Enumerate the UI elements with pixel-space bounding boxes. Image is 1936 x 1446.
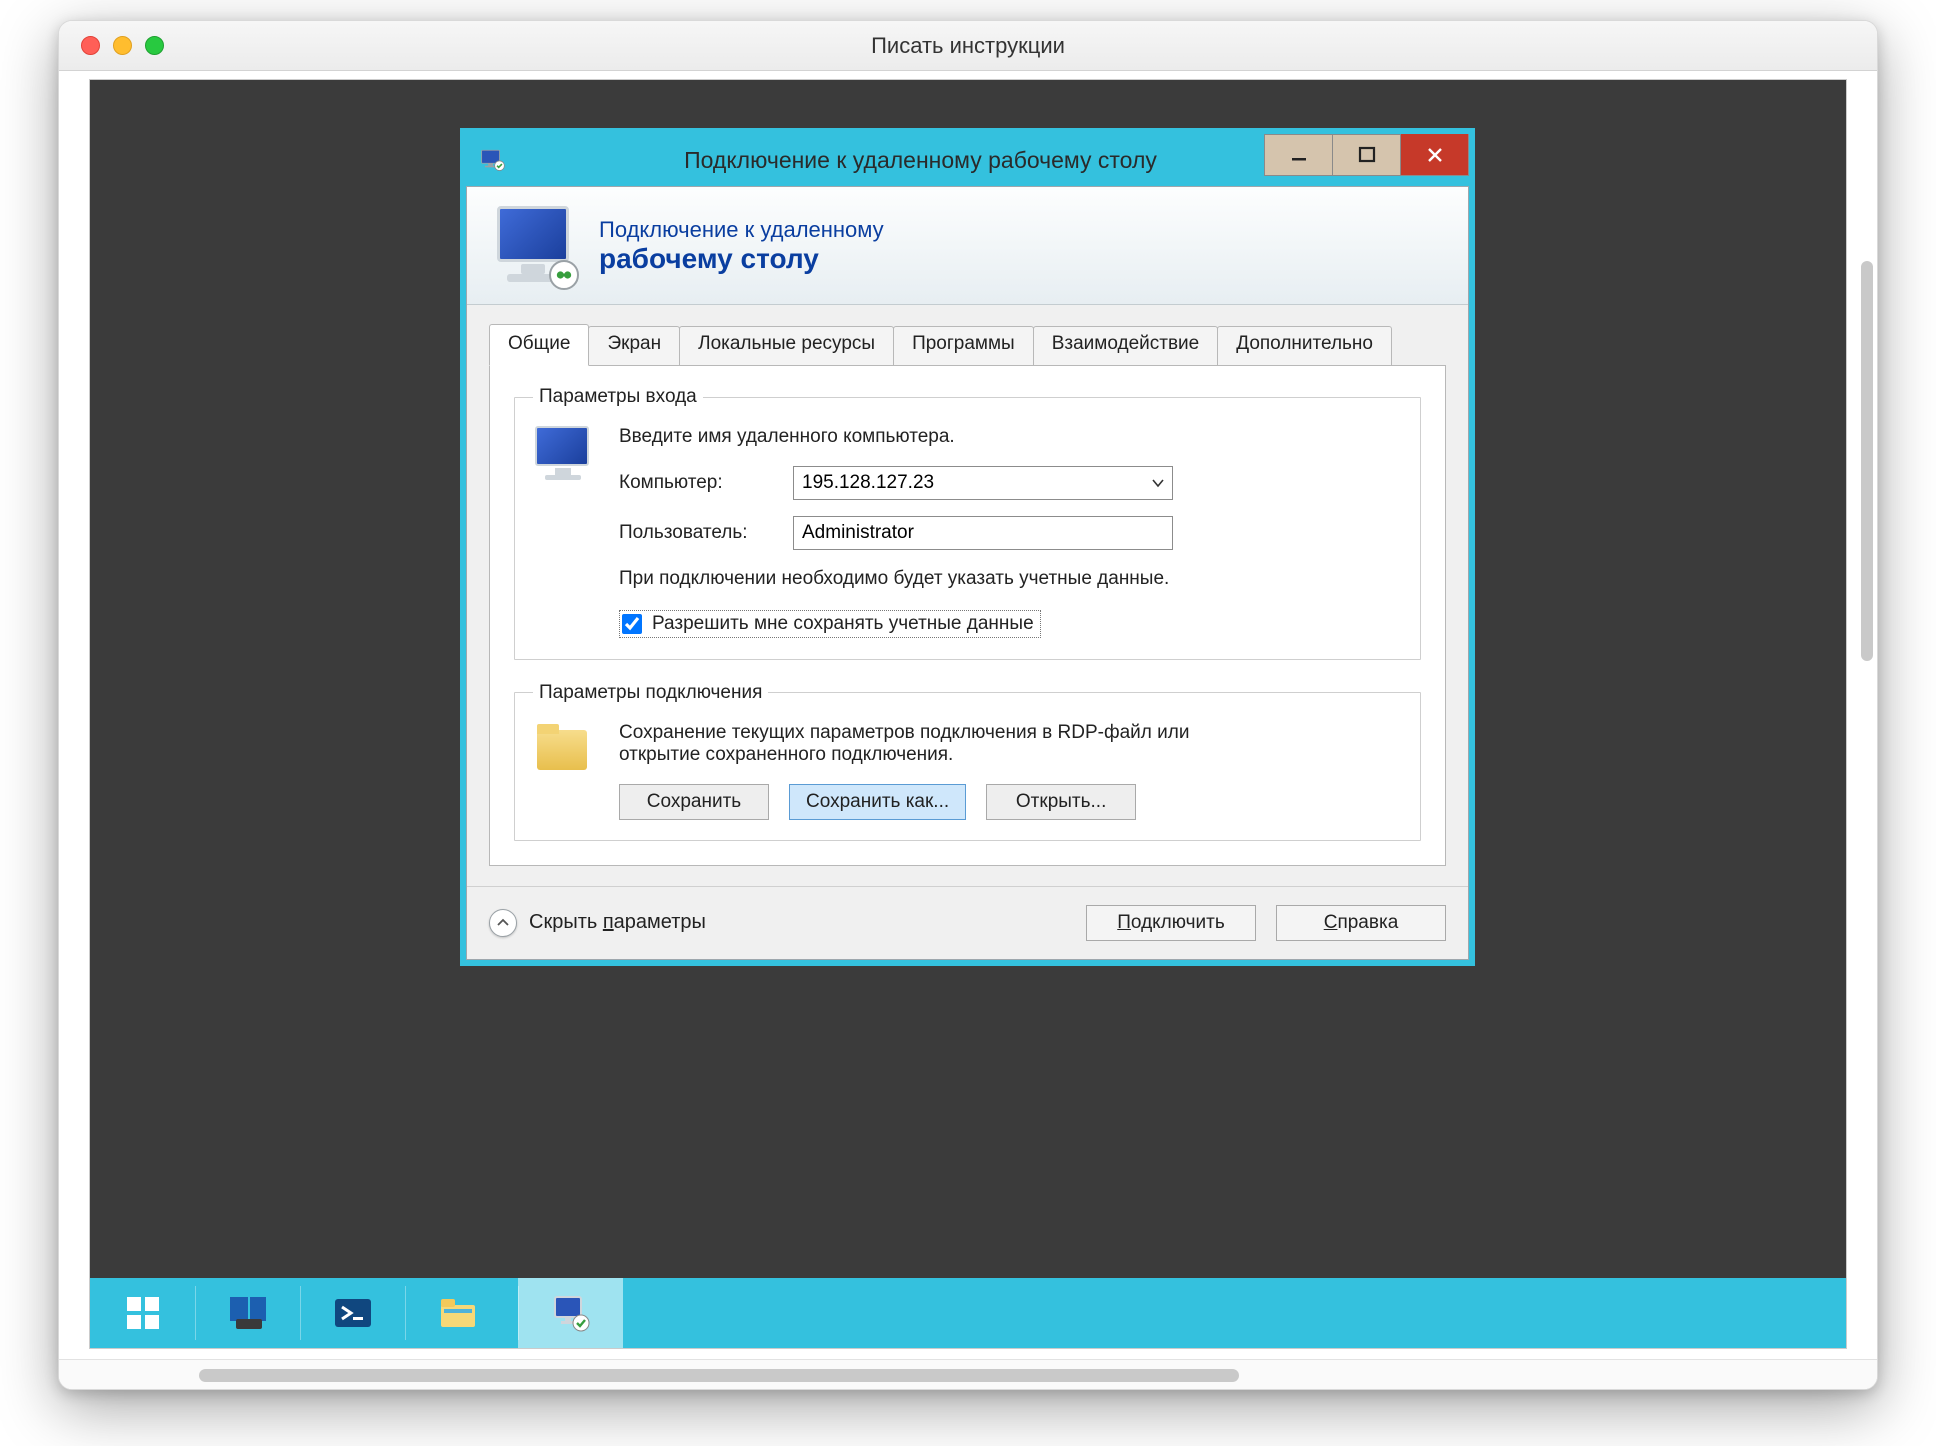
tab-screen[interactable]: Экран [588,326,680,368]
connection-intro: Сохранение текущих параметров подключени… [619,722,1259,766]
save-button[interactable]: Сохранить [619,784,769,820]
windows-taskbar [90,1278,1846,1348]
mac-minimize-button[interactable] [113,36,132,55]
tab-advanced[interactable]: Дополнительно [1217,326,1392,368]
mac-window: Писать инструкции Подключение [58,20,1878,1390]
rdp-tab-area: Общие Экран Локальные ресурсы Программы … [467,305,1468,886]
help-button[interactable]: Справка [1276,905,1446,941]
connect-button[interactable]: Подключить [1086,905,1256,941]
allow-save-credentials-checkbox[interactable] [622,614,642,634]
rdp-header-icon [493,204,577,288]
hide-options-toggle[interactable]: Скрыть параметры [489,909,706,937]
rdp-header-line2: рабочему столу [599,243,884,275]
open-button[interactable]: Открыть... [986,784,1136,820]
login-legend: Параметры входа [533,386,703,408]
mac-horizontal-scroll-thumb[interactable] [199,1369,1239,1382]
mac-zoom-button[interactable] [145,36,164,55]
computer-label: Компьютер: [619,472,779,494]
mac-titlebar[interactable]: Писать инструкции [59,21,1877,71]
credentials-hint: При подключении необходимо будет указать… [619,566,1179,592]
login-group: Параметры входа Введите имя удаленного к… [514,386,1421,660]
mac-window-body: Подключение к удаленному рабочему столу [59,71,1877,1389]
save-as-button[interactable]: Сохранить как... [789,784,966,820]
tab-panel-general: Параметры входа Введите имя удаленного к… [489,365,1446,866]
folder-icon [533,722,597,776]
rdp-window-controls [1264,134,1469,176]
remote-desktop-surface: Подключение к удаленному рабочему столу [89,79,1847,1349]
computer-combobox[interactable] [793,466,1173,500]
rdp-close-button[interactable] [1400,134,1468,176]
taskbar-explorer[interactable] [405,1278,510,1348]
user-label: Пользователь: [619,522,779,544]
tab-experience[interactable]: Взаимодействие [1033,326,1219,368]
rdp-footer: Скрыть параметры Подключить Справка [467,886,1468,959]
mac-vertical-scrollbar[interactable] [1861,261,1873,661]
taskbar-server-manager[interactable] [195,1278,300,1348]
start-button[interactable] [90,1278,195,1348]
traffic-lights [59,36,164,55]
hide-options-label: Скрыть параметры [529,911,706,934]
login-intro: Введите имя удаленного компьютера. [619,426,1402,448]
taskbar-powershell[interactable] [300,1278,405,1348]
rdp-header-line1: Подключение к удаленному [599,217,884,243]
rdp-app-icon [476,143,510,177]
rdp-maximize-button[interactable] [1332,134,1400,176]
rdp-header: Подключение к удаленному рабочему столу [467,187,1468,305]
user-input[interactable] [793,516,1173,550]
mac-close-button[interactable] [81,36,100,55]
allow-save-credentials-label: Разрешить мне сохранять учетные данные [652,613,1034,635]
connection-legend: Параметры подключения [533,682,768,704]
tab-programs[interactable]: Программы [893,326,1034,368]
taskbar-rdp[interactable] [518,1278,623,1348]
computer-icon [533,426,597,480]
rdp-minimize-button[interactable] [1264,134,1332,176]
computer-input[interactable] [794,467,1144,499]
connection-group: Параметры подключения Сохранение текущих… [514,682,1421,841]
mac-window-title: Писать инструкции [59,33,1877,59]
rdp-titlebar[interactable]: Подключение к удаленному рабочему столу [466,134,1469,186]
rdp-window: Подключение к удаленному рабочему столу [460,128,1475,966]
tab-general[interactable]: Общие [489,324,589,366]
chevron-up-icon [489,909,517,937]
mac-horizontal-scrollbar[interactable] [59,1359,1877,1389]
rdp-tabs: Общие Экран Локальные ресурсы Программы … [489,324,1446,366]
tab-local-resources[interactable]: Локальные ресурсы [679,326,894,368]
rdp-header-text: Подключение к удаленному рабочему столу [599,217,884,275]
rdp-window-content: Подключение к удаленному рабочему столу … [466,186,1469,960]
allow-save-credentials[interactable]: Разрешить мне сохранять учетные данные [619,610,1041,638]
chevron-down-icon[interactable] [1144,467,1172,499]
